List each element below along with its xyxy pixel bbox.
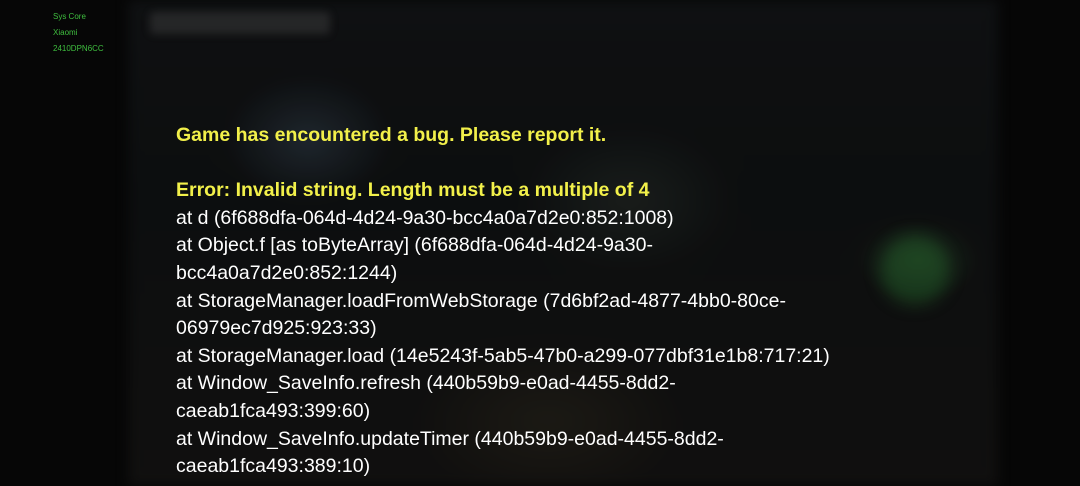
error-headline: Game has encountered a bug. Please repor… [176, 124, 607, 146]
error-message: Error: Invalid string. Length must be a … [176, 179, 650, 202]
stack-trace-line: at Object.f [as toByteArray] (6f688dfa-0… [176, 234, 653, 257]
stack-trace-line: at d (6f688dfa-064d-4d24-9a30-bcc4a0a7d2… [176, 206, 674, 229]
error-overlay: Game has encountered a bug. Please repor… [176, 122, 1056, 481]
blurred-title-bar [150, 12, 330, 34]
stack-trace-line: bcc4a0a7d2e0:852:1244) [176, 261, 398, 284]
game-screen: Sys Core Xiaomi 2410DPN6CC Game has enco… [0, 0, 1080, 486]
stack-trace-line: at StorageManager.loadFromWebStorage (7d… [176, 289, 786, 312]
stack-trace-line: at Window_SaveInfo.refresh (440b59b9-e0a… [176, 372, 676, 395]
stack-trace-line: caeab1fca493:389:10) [176, 455, 371, 478]
device-info-model: 2410DPN6CC [53, 44, 104, 53]
stack-trace-line: caeab1fca493:399:60) [176, 399, 371, 422]
stack-trace-line: at StorageManager.load (14e5243f-5ab5-47… [176, 344, 830, 367]
stack-trace-line: 06979ec7d925:923:33) [176, 317, 377, 340]
stack-trace-line: at Window_SaveInfo.updateTimer (440b59b9… [176, 427, 724, 450]
device-info-brand: Xiaomi [53, 28, 78, 37]
device-info-system: Sys Core [53, 12, 86, 21]
device-info: Sys Core Xiaomi 2410DPN6CC [53, 9, 104, 57]
stack-trace: at d (6f688dfa-064d-4d24-9a30-bcc4a0a7d2… [176, 205, 1056, 481]
